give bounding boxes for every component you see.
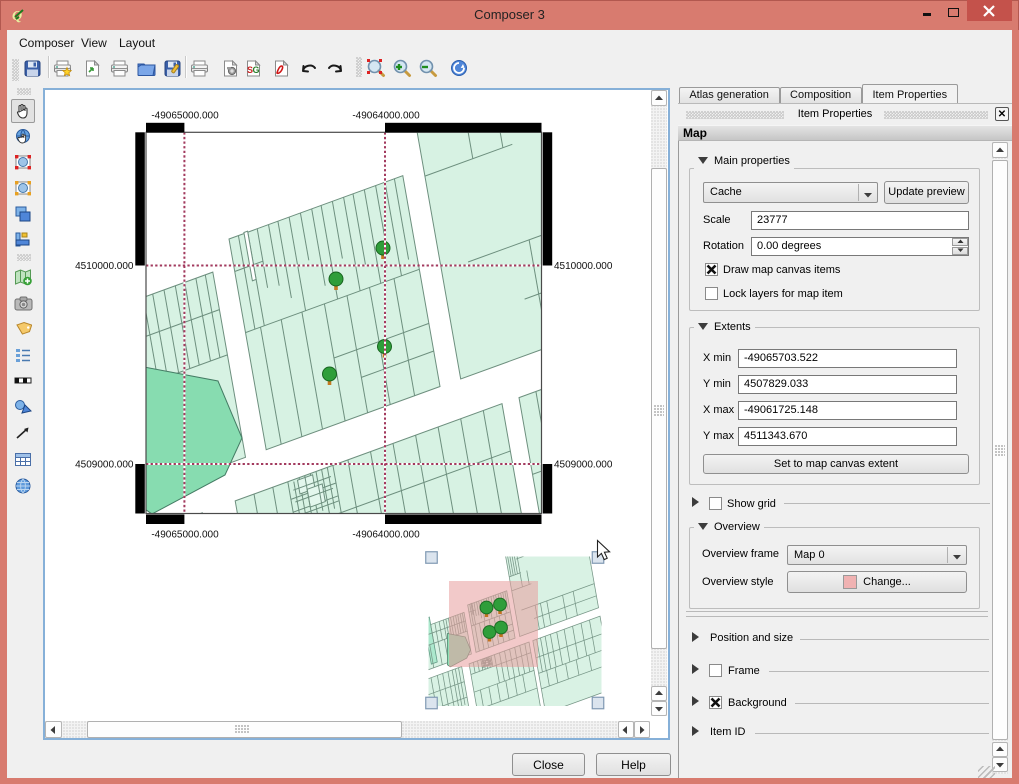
svg-text:-49064000.000: -49064000.000 bbox=[352, 111, 420, 122]
svg-text:4509000.000: 4509000.000 bbox=[554, 460, 613, 471]
svg-text:4509000.000: 4509000.000 bbox=[75, 460, 134, 471]
svg-text:4510000.000: 4510000.000 bbox=[75, 261, 134, 272]
svg-text:-49065000.000: -49065000.000 bbox=[151, 111, 219, 122]
svg-text:G: G bbox=[252, 65, 259, 75]
svg-text:-49064000.000: -49064000.000 bbox=[352, 530, 420, 541]
svg-text:4510000.000: 4510000.000 bbox=[554, 261, 613, 272]
svg-text:-49065000.000: -49065000.000 bbox=[151, 530, 219, 541]
